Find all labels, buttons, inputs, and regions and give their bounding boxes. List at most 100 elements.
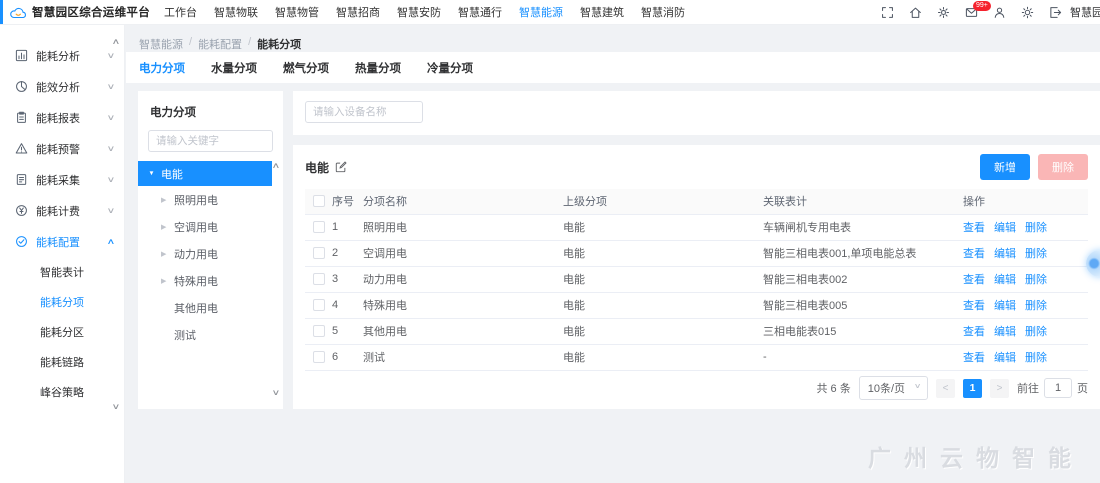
- breadcrumb-item[interactable]: 智慧能源: [139, 36, 183, 52]
- nav-item[interactable]: 智慧通行: [458, 2, 502, 22]
- row-action-link[interactable]: 删除: [1025, 222, 1047, 234]
- tree-node[interactable]: 其他用电: [138, 294, 283, 321]
- sidebar-item[interactable]: 能耗计费∨: [0, 195, 124, 226]
- tab-item[interactable]: 燃气分项: [283, 60, 329, 76]
- nav-item[interactable]: 智慧物管: [275, 2, 319, 22]
- sun-icon[interactable]: [1021, 6, 1034, 19]
- sidebar-item[interactable]: 能耗配置∧: [0, 226, 124, 257]
- next-page-button[interactable]: >: [990, 379, 1009, 398]
- row-action-link[interactable]: 查看: [963, 352, 985, 364]
- nav-item[interactable]: 智慧招商: [336, 2, 380, 22]
- edit-icon[interactable]: [335, 161, 347, 173]
- row-action-link[interactable]: 编辑: [994, 326, 1016, 338]
- mail-icon[interactable]: 99+: [965, 6, 978, 19]
- fullscreen-icon[interactable]: [881, 6, 894, 19]
- sidebar-subitem[interactable]: 峰谷策略: [0, 377, 124, 407]
- current-page-button[interactable]: 1: [963, 379, 982, 398]
- delete-button[interactable]: 删除: [1038, 154, 1088, 180]
- row-action-link[interactable]: 删除: [1025, 300, 1047, 312]
- device-search-input[interactable]: [305, 101, 423, 123]
- tab-item[interactable]: 水量分项: [211, 60, 257, 76]
- nav-item[interactable]: 工作台: [164, 2, 197, 22]
- goto-page-input[interactable]: [1044, 378, 1072, 398]
- gear-icon[interactable]: [937, 6, 950, 19]
- sidebar-item-label: 能耗采集: [36, 172, 100, 188]
- sidebar-item[interactable]: 能耗报表∨: [0, 102, 124, 133]
- row-action-link[interactable]: 编辑: [994, 222, 1016, 234]
- row-checkbox[interactable]: [313, 247, 325, 259]
- tree-search-input[interactable]: [148, 130, 273, 152]
- sidebar-subitem[interactable]: 能耗分区: [0, 317, 124, 347]
- page-size-select[interactable]: 10条/页 ∨: [859, 376, 928, 400]
- tree-node[interactable]: ▶空调用电: [138, 213, 283, 240]
- row-action-link[interactable]: 删除: [1025, 326, 1047, 338]
- sidebar-item[interactable]: 能效分析∨: [0, 71, 124, 102]
- sidebar-scroll-down-icon[interactable]: ∨: [112, 402, 121, 411]
- user-name[interactable]: 智慧园区: [1070, 4, 1100, 20]
- notification-badge: 99+: [973, 1, 991, 11]
- row-action-link[interactable]: 查看: [963, 248, 985, 260]
- cell-meter: 车辆闸机专用电表: [763, 214, 963, 240]
- nav-item[interactable]: 智慧能源: [519, 2, 563, 22]
- row-checkbox[interactable]: [313, 351, 325, 363]
- table-column-header: 分项名称: [363, 189, 563, 214]
- sidebar-item[interactable]: 能耗预警∨: [0, 133, 124, 164]
- sidebar-subitem[interactable]: 能耗分项: [0, 287, 124, 317]
- nav-item[interactable]: 智慧安防: [397, 2, 441, 22]
- select-all-checkbox[interactable]: [313, 195, 325, 207]
- row-action-link[interactable]: 查看: [963, 300, 985, 312]
- tree-node[interactable]: 测试: [138, 321, 283, 348]
- tree-scroll-up-icon[interactable]: ∧: [272, 161, 281, 170]
- sidebar-subitem[interactable]: 智能表计: [0, 257, 124, 287]
- tree-node[interactable]: ▶照明用电: [138, 186, 283, 213]
- nav-item[interactable]: 智慧物联: [214, 2, 258, 22]
- tree-scroll-down-icon[interactable]: ∨: [272, 388, 281, 397]
- row-action-link[interactable]: 删除: [1025, 248, 1047, 260]
- add-button[interactable]: 新增: [980, 154, 1030, 180]
- prev-page-button[interactable]: <: [936, 379, 955, 398]
- sidebar-scroll-up-icon[interactable]: ∧: [112, 37, 121, 46]
- tab-item[interactable]: 热量分项: [355, 60, 401, 76]
- table-column-header: 序号: [332, 189, 363, 214]
- cell-actions: 查看编辑删除: [963, 214, 1088, 240]
- row-checkbox[interactable]: [313, 325, 325, 337]
- table-column-header: 上级分项: [563, 189, 763, 214]
- row-checkbox[interactable]: [313, 273, 325, 285]
- chevron-up-icon: ∧: [107, 237, 116, 246]
- tab-item[interactable]: 冷量分项: [427, 60, 473, 76]
- cell-name: 其他用电: [363, 318, 563, 344]
- row-checkbox[interactable]: [313, 299, 325, 311]
- row-action-link[interactable]: 删除: [1025, 274, 1047, 286]
- row-action-link[interactable]: 删除: [1025, 352, 1047, 364]
- tree-node[interactable]: ▶动力用电: [138, 240, 283, 267]
- sidebar-subitem[interactable]: 能耗链路: [0, 347, 124, 377]
- row-checkbox[interactable]: [313, 221, 325, 233]
- tree-node[interactable]: ▶特殊用电: [138, 267, 283, 294]
- cell-meter: 三相电能表015: [763, 318, 963, 344]
- sidebar-item[interactable]: 能耗分析∨: [0, 40, 124, 71]
- app-logo[interactable]: 智慧园区综合运维平台: [10, 4, 150, 20]
- exit-icon[interactable]: [1049, 6, 1062, 19]
- cloud-logo-icon: [10, 6, 27, 19]
- tree-panel: 电力分项 ∧ ▼ 电能 ▶照明用电▶空调用电▶动力用电▶特殊用电其他用电测试 ∨: [138, 91, 283, 409]
- row-action-link[interactable]: 编辑: [994, 274, 1016, 286]
- breadcrumb-item[interactable]: 能耗配置: [198, 36, 242, 52]
- app-title: 智慧园区综合运维平台: [32, 4, 150, 20]
- table-row: 4特殊用电电能智能三相电表005查看编辑删除: [305, 292, 1088, 318]
- tab-active[interactable]: 电力分项: [139, 60, 185, 76]
- row-action-link[interactable]: 查看: [963, 222, 985, 234]
- row-action-link[interactable]: 查看: [963, 274, 985, 286]
- chevron-down-icon: ∨: [107, 206, 116, 215]
- sidebar-item[interactable]: 能耗采集∨: [0, 164, 124, 195]
- nav-item[interactable]: 智慧消防: [641, 2, 685, 22]
- tree-root-node[interactable]: ▼ 电能: [138, 161, 272, 186]
- row-action-link[interactable]: 编辑: [994, 352, 1016, 364]
- cell-actions: 查看编辑删除: [963, 318, 1088, 344]
- row-action-link[interactable]: 编辑: [994, 248, 1016, 260]
- cell-actions: 查看编辑删除: [963, 292, 1088, 318]
- home-icon[interactable]: [909, 6, 922, 19]
- nav-item[interactable]: 智慧建筑: [580, 2, 624, 22]
- row-action-link[interactable]: 查看: [963, 326, 985, 338]
- user-icon[interactable]: [993, 6, 1006, 19]
- row-action-link[interactable]: 编辑: [994, 300, 1016, 312]
